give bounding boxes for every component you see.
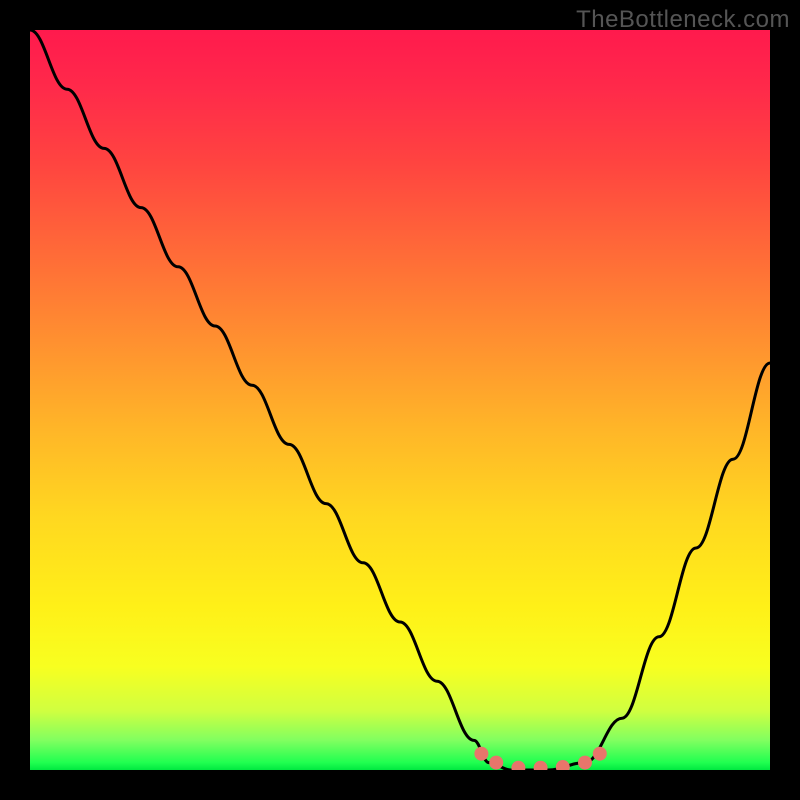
- marker-dot: [474, 747, 488, 761]
- marker-dot: [593, 747, 607, 761]
- marker-dot: [511, 761, 525, 770]
- watermark-text: TheBottleneck.com: [576, 6, 790, 34]
- marker-dot: [556, 760, 570, 770]
- plot-area: [30, 30, 770, 770]
- marker-dot: [489, 756, 503, 770]
- marker-dot: [578, 756, 592, 770]
- optimal-zone-markers: [30, 30, 770, 770]
- marker-dot: [534, 761, 548, 770]
